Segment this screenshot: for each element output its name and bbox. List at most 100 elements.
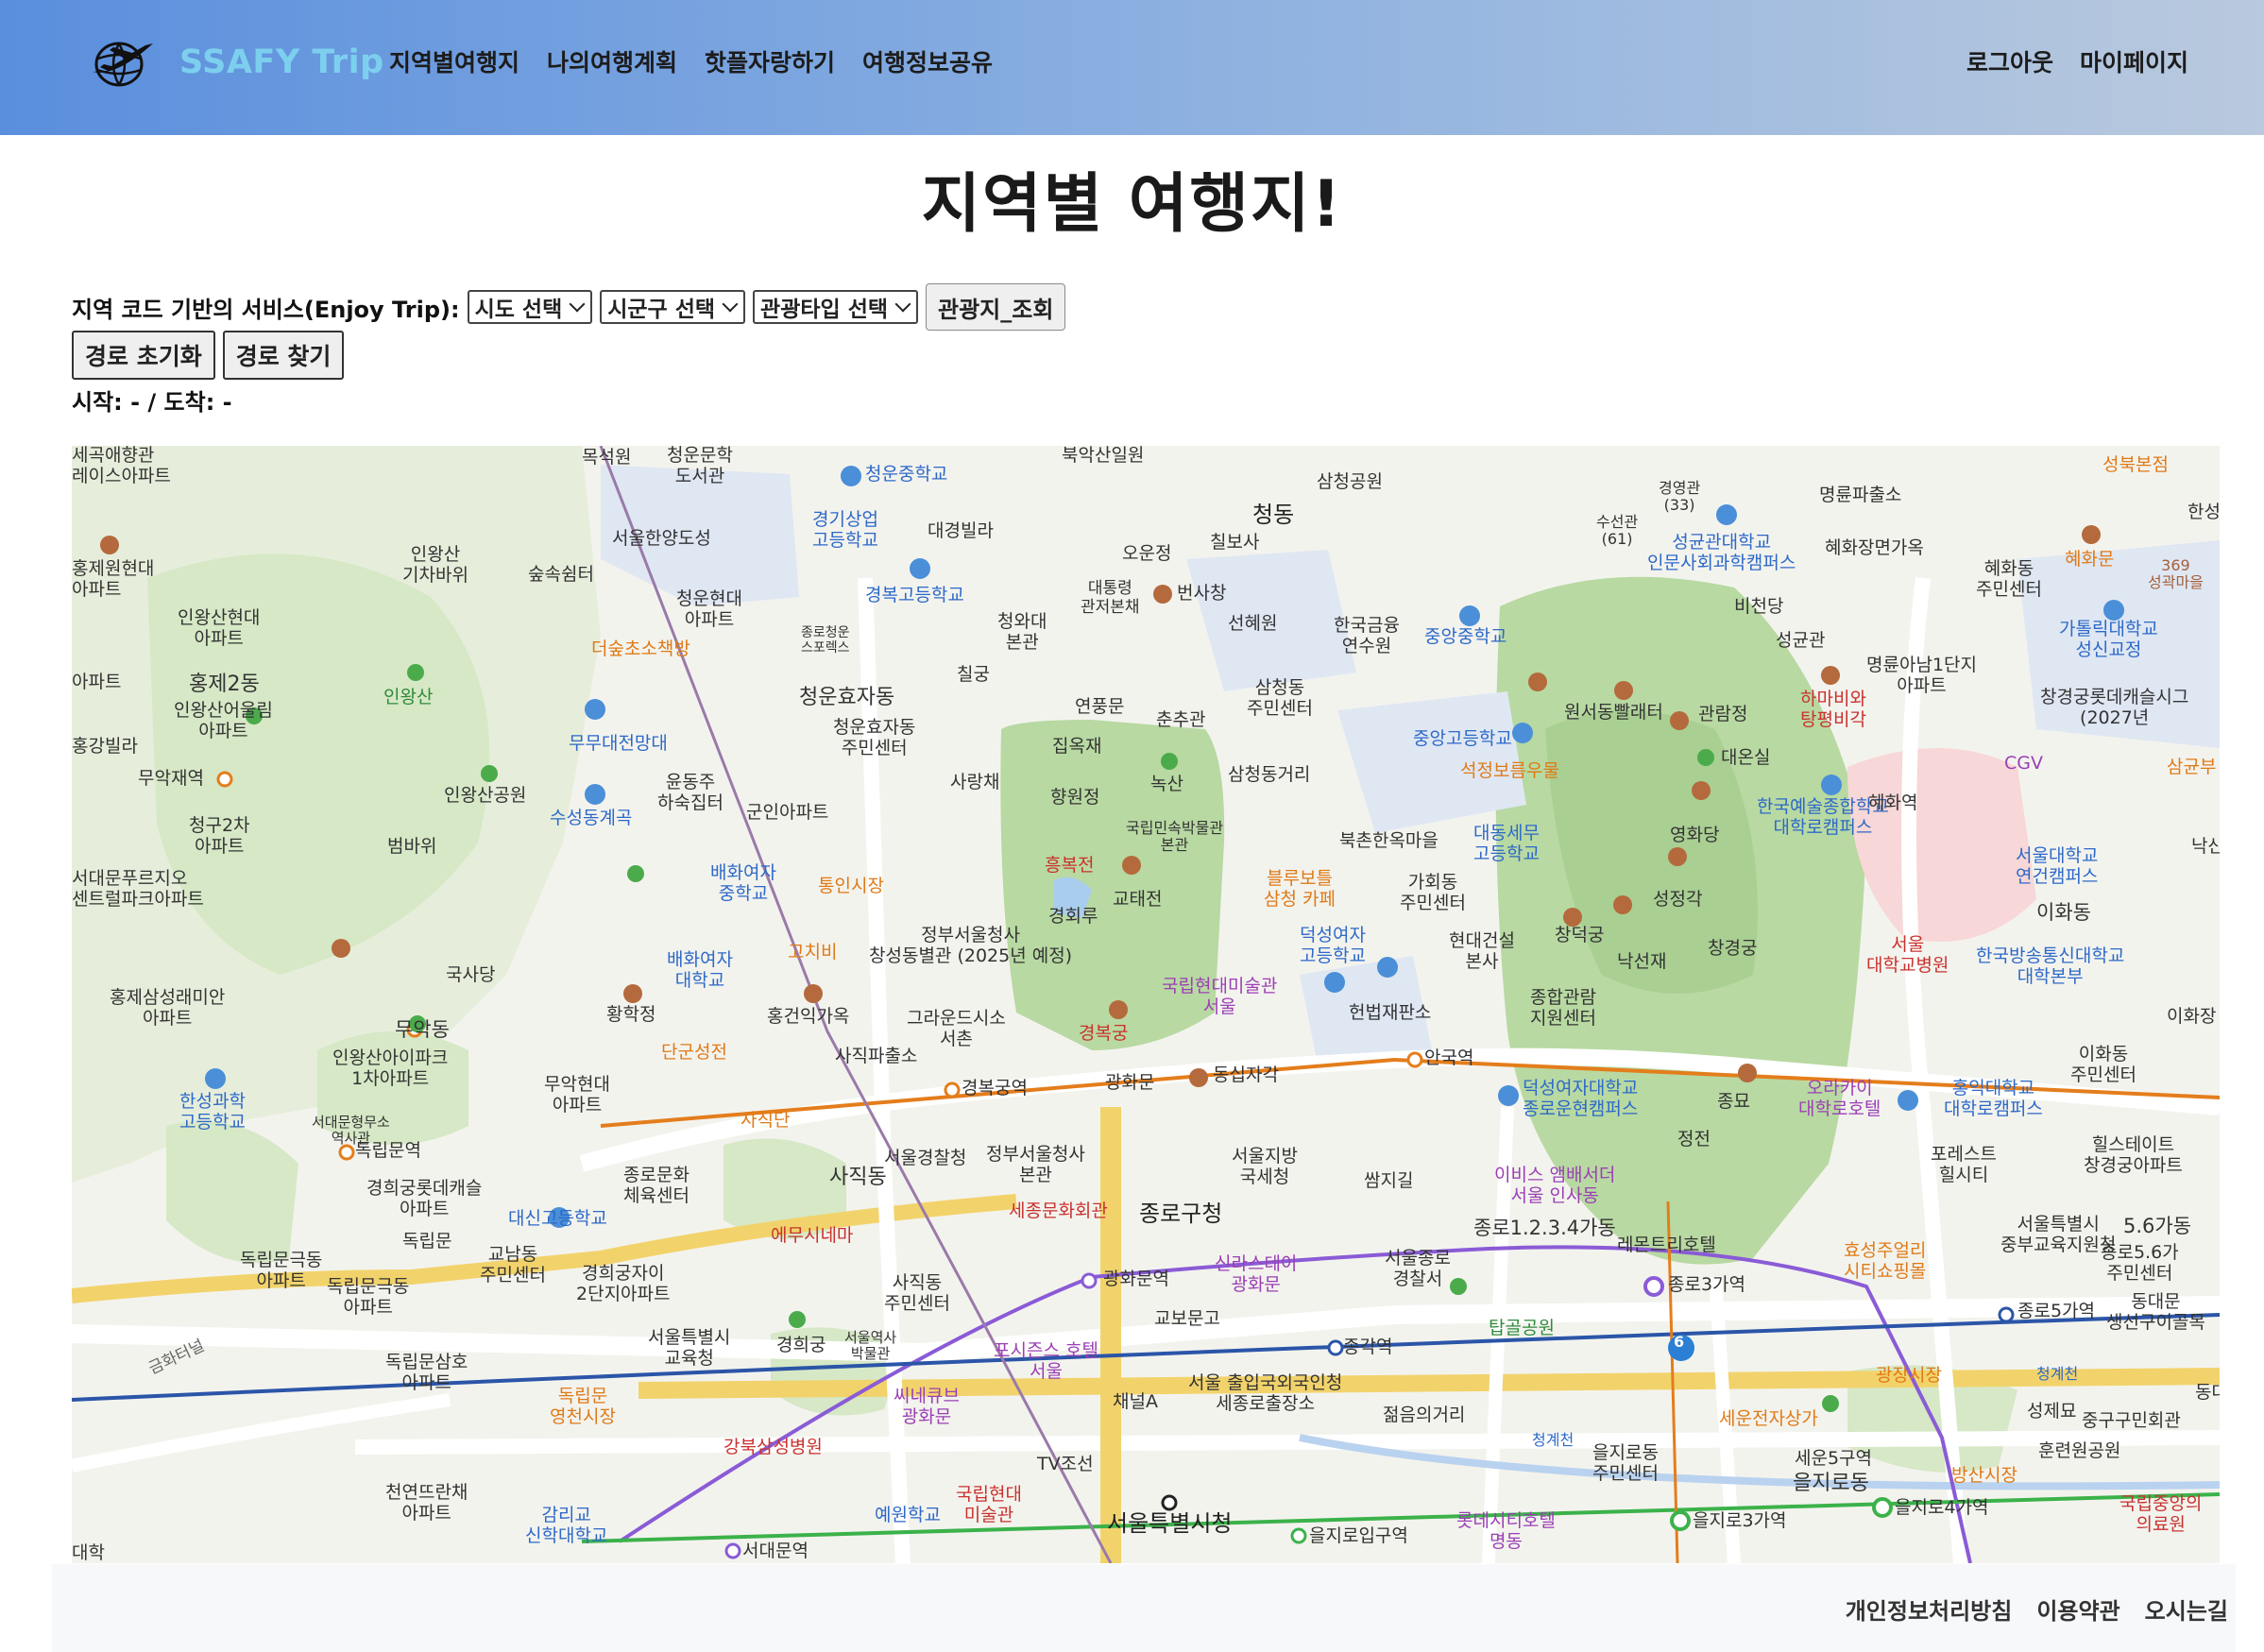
content-type-select[interactable]: 관광타입 선택 bbox=[753, 290, 919, 324]
map-label: 방산시장 bbox=[1951, 1465, 2017, 1486]
map-label: 무악재역 bbox=[138, 768, 204, 789]
map-label: 창경궁롯데캐슬시그 (2027년 bbox=[2040, 687, 2189, 728]
map-label: 숲속쉼터 bbox=[528, 564, 594, 585]
footer-links: 개인정보처리방침 이용약관 오시는길 bbox=[1846, 1592, 2228, 1626]
map-label: 대온실 bbox=[1721, 747, 1771, 768]
map-label: 이화동 주민센터 bbox=[2070, 1044, 2136, 1085]
map-label: 사직동 주민센터 bbox=[884, 1272, 950, 1314]
map-label: 한성 bbox=[2187, 502, 2220, 522]
sido-select[interactable]: 시도 선택 bbox=[467, 290, 593, 324]
map-label: 서대문푸르지오 센트럴파크아파트 bbox=[72, 868, 204, 910]
map-label: 사직단 bbox=[740, 1110, 791, 1131]
map-label: 영화당 bbox=[1670, 825, 1720, 845]
map-label: 연풍문 bbox=[1075, 696, 1125, 717]
map-label: 경복고등학교 bbox=[865, 585, 964, 605]
map-label: 청운효자동 bbox=[799, 686, 895, 709]
map-label: 정부서울청사 창성동별관 (2025년 예정) bbox=[869, 925, 1073, 966]
map-label: 집옥재 bbox=[1052, 736, 1102, 757]
map-label: 서울지방 국세청 bbox=[1232, 1146, 1298, 1187]
map-label: 덕성여자대학교 종로운현캠퍼스 bbox=[1523, 1078, 1639, 1119]
map-label: 낙선재 bbox=[1617, 951, 1667, 972]
sigungu-select[interactable]: 시군구 선택 bbox=[600, 290, 746, 324]
map-label: 레몬트리호텔 bbox=[1617, 1235, 1716, 1255]
map-label: 종로3가역 bbox=[1668, 1274, 1746, 1295]
brand-name: SSAFY Trip bbox=[179, 43, 384, 81]
map-label: 동십자각 bbox=[1213, 1064, 1279, 1085]
map-label: 국립민속박물관 본관 bbox=[1126, 819, 1224, 855]
nav-hotplace-share[interactable]: 핫플자랑하기 bbox=[705, 44, 835, 78]
map-label: 수선관 (61) bbox=[1596, 513, 1639, 549]
reset-route-button[interactable]: 경로 초기화 bbox=[72, 331, 215, 380]
map-label: 교태전 bbox=[1113, 889, 1163, 910]
top-navbar: SSAFY Trip 지역별여행지 나의여행계획 핫플자랑하기 여행정보공유 로… bbox=[0, 0, 2264, 135]
view-attractions-button[interactable]: 관광지_조회 bbox=[926, 283, 1066, 331]
map-label: 성정각 bbox=[1653, 889, 1703, 910]
map-label: 경희궁자이 2단지아파트 bbox=[576, 1263, 671, 1304]
map-label: 독립문 bbox=[402, 1231, 452, 1252]
map-label: 석정보름우물 bbox=[1460, 760, 1559, 781]
map-view[interactable]: 세곡애향관 레이스아파트 목석원 청운문학 도서관 청운중학교 북악산일원 삼청… bbox=[72, 446, 2220, 1563]
map-label: 삼균부 bbox=[2167, 757, 2217, 777]
map-label: 을지로3가역 bbox=[1693, 1510, 1787, 1531]
map-label: 배화여자 중학교 bbox=[710, 862, 776, 904]
map-label: 칠보사 bbox=[1210, 532, 1260, 553]
map-label: 서울특별시 교육청 bbox=[648, 1327, 731, 1369]
map-label: 오라카이 대학로호텔 bbox=[1798, 1078, 1881, 1119]
map-label: 헌법재판소 bbox=[1349, 1002, 1432, 1023]
map-label: 종묘 bbox=[1717, 1091, 1750, 1112]
map-label: 6 bbox=[1674, 1333, 1685, 1351]
map-label: 독립문역 bbox=[355, 1140, 421, 1161]
map-label: 종합관람 지원센터 bbox=[1530, 987, 1596, 1029]
map-label: 경기상업 고등학교 bbox=[812, 509, 878, 551]
nav-regional-attractions[interactable]: 지역별여행지 bbox=[389, 44, 519, 78]
map-label: 포레스트 힐시티 bbox=[1931, 1144, 1997, 1185]
map-label: 광장시장 bbox=[1876, 1365, 1942, 1386]
map-label: 경복궁 bbox=[1079, 1023, 1129, 1044]
map-label: 을지로4가역 bbox=[1895, 1497, 1989, 1518]
mypage-link[interactable]: 마이페이지 bbox=[2080, 44, 2188, 78]
map-label: 동대 bbox=[2195, 1382, 2220, 1403]
map-label: 한국방송통신대학교 대학본부 bbox=[1976, 945, 2125, 987]
map-label: 경복궁역 bbox=[962, 1078, 1028, 1098]
sido-select-value: 시도 선택 bbox=[474, 298, 563, 322]
map-label: 인왕산공원 bbox=[444, 785, 527, 806]
map-label: 종로5.6가 주민센터 bbox=[2101, 1242, 2179, 1284]
brand[interactable]: SSAFY Trip bbox=[87, 34, 384, 91]
map-label: 청구2차 아파트 bbox=[189, 815, 250, 857]
map-label: 홍제2동 bbox=[189, 673, 260, 696]
map-label: 성제묘 bbox=[2027, 1401, 2077, 1422]
map-label: 서울 대학교병원 bbox=[1866, 934, 1949, 976]
map-label: 서울종로 경찰서 bbox=[1385, 1248, 1451, 1289]
map-label: 서울대학교 연건캠퍼스 bbox=[2016, 845, 2099, 887]
map-label: 범바위 bbox=[387, 836, 437, 857]
find-route-button[interactable]: 경로 찾기 bbox=[222, 331, 345, 380]
nav-my-travel-plan[interactable]: 나의여행계획 bbox=[547, 44, 677, 78]
map-label: 덕성여자 고등학교 bbox=[1300, 925, 1366, 966]
terms-link[interactable]: 이용약관 bbox=[2036, 1592, 2119, 1626]
map-label: 이화동 bbox=[2036, 901, 2091, 924]
map-label: 광화문역 bbox=[1103, 1269, 1169, 1289]
map-label: 수성동계곡 bbox=[550, 808, 633, 828]
map-label: 종로청운 스포렉스 bbox=[801, 625, 850, 656]
map-label: 이화장 bbox=[2167, 1006, 2217, 1027]
map-label: 에무시네마 bbox=[771, 1225, 854, 1246]
map-label: 하마비와 탕평비각 bbox=[1800, 689, 1866, 730]
map-label: 흥복전 bbox=[1045, 855, 1095, 876]
map-label: 가회동 주민센터 bbox=[1400, 872, 1466, 913]
map-label: 성균관대학교 인문사회과학캠퍼스 bbox=[1647, 532, 1796, 573]
map-label: 세운전자상가 bbox=[1719, 1408, 1818, 1429]
directions-link[interactable]: 오시는길 bbox=[2145, 1592, 2228, 1626]
map-label: 더숲초소책방 bbox=[591, 639, 690, 659]
logout-link[interactable]: 로그아웃 bbox=[1966, 44, 2053, 78]
map-label: 비천당 bbox=[1734, 596, 1784, 617]
map-label: 삼청공원 bbox=[1317, 471, 1383, 492]
map-label: 명륜파출소 bbox=[1819, 485, 1902, 505]
search-label: 지역 코드 기반의 서비스(Enjoy Trip): bbox=[72, 296, 460, 323]
privacy-policy-link[interactable]: 개인정보처리방침 bbox=[1846, 1592, 2013, 1626]
content-type-select-value: 관광타입 선택 bbox=[760, 298, 889, 322]
nav-travel-info-share[interactable]: 여행정보공유 bbox=[862, 44, 993, 78]
map-label: 혜화역 bbox=[1868, 792, 1918, 813]
map-label: 강북삼성병원 bbox=[723, 1437, 823, 1457]
route-buttons: 경로 초기화 경로 찾기 bbox=[72, 331, 345, 380]
footer: 개인정보처리방침 이용약관 오시는길 bbox=[52, 1564, 2236, 1652]
